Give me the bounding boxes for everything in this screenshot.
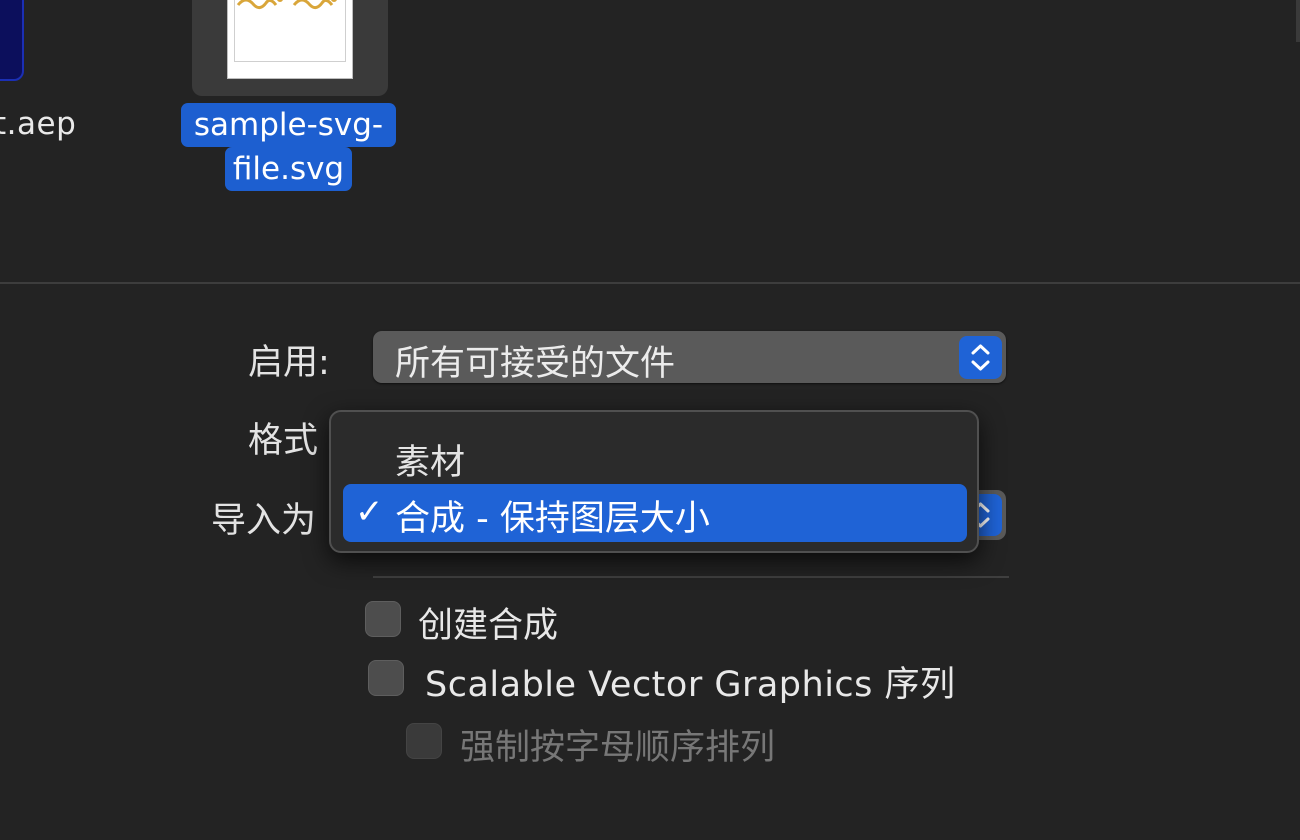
svg-sequence-checkbox[interactable] [368, 660, 404, 696]
create-comp-checkbox[interactable] [365, 601, 401, 637]
import-as-menu: 素材 ✓ 合成 - 保持图层大小 [329, 410, 979, 553]
resize-handle-icon[interactable]: ⋮ [1292, 118, 1300, 136]
scrollbar-edge[interactable] [1296, 0, 1300, 42]
force-alphabetical-label: 强制按字母顺序排列 [460, 728, 776, 768]
aep-file-name[interactable]: t.aep [0, 106, 76, 142]
file-browser: t.aep sample-svg- file.svg ⋮ [0, 0, 1300, 282]
options-separator [373, 576, 1009, 578]
import-as-label: 导入为 [211, 501, 317, 541]
enable-label: 启用: [248, 343, 330, 383]
svg-file-thumbnail[interactable] [227, 0, 353, 79]
force-alphabetical-checkbox [406, 723, 442, 759]
svg-sequence-label[interactable]: Scalable Vector Graphics 序列 [425, 656, 956, 707]
checkmark-icon: ✓ [355, 492, 384, 532]
menu-item-footage[interactable]: 素材 [343, 428, 967, 486]
panel-divider [0, 282, 1300, 284]
format-label: 格式 [248, 421, 319, 461]
up-down-chevron-icon[interactable] [959, 336, 1002, 379]
enable-popup-value: 所有可接受的文件 [395, 344, 676, 384]
svg-file-name-line2[interactable]: file.svg [225, 147, 352, 191]
aep-file-icon[interactable] [0, 0, 24, 81]
create-comp-label[interactable]: 创建合成 [418, 597, 558, 648]
menu-item-composition-retain-layer-sizes[interactable]: ✓ 合成 - 保持图层大小 [343, 484, 967, 542]
menu-item-label: 合成 - 保持图层大小 [395, 499, 710, 539]
svg-file-name-line1[interactable]: sample-svg- [181, 103, 396, 147]
import-dialog: t.aep sample-svg- file.svg ⋮ 启用: 所有可接受的文… [0, 0, 1300, 840]
enable-popup[interactable]: 所有可接受的文件 [373, 331, 1006, 384]
menu-item-label: 素材 [395, 443, 466, 483]
